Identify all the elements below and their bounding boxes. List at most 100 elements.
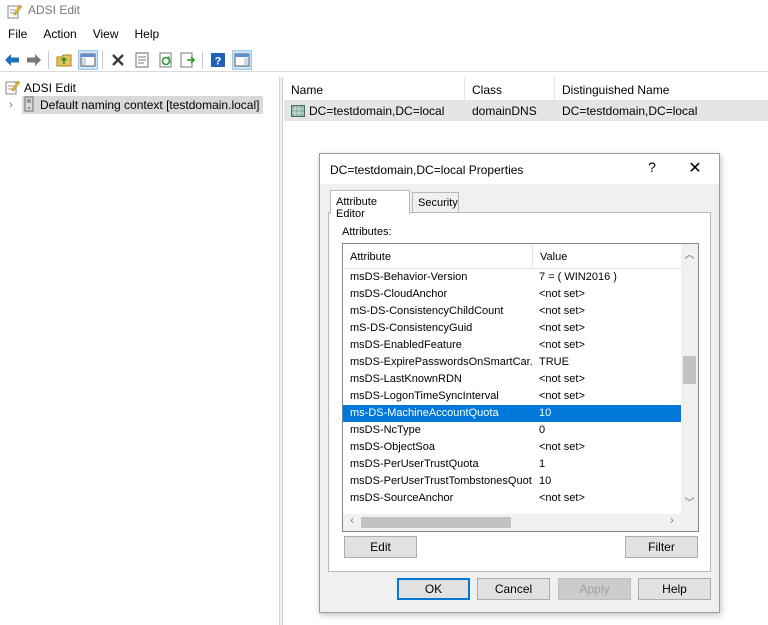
list-item[interactable]: DC=testdomain,DC=local domainDNS DC=test… [284, 101, 768, 121]
attributes-rows: msDS-Behavior-Version 7 = ( WIN2016 ) msDS… [343, 269, 681, 507]
table-row[interactable]: ms-DS-MachineAccountQuota 10 [343, 405, 681, 422]
menu-file[interactable]: File [0, 24, 35, 46]
scroll-left-icon[interactable]: ‹ [345, 515, 359, 530]
dialog-title: DC=testdomain,DC=local Properties [330, 163, 524, 177]
horizontal-scroll-thumb[interactable] [361, 517, 511, 528]
column-header-name[interactable]: Name [284, 77, 465, 101]
attribute-editor-panel: Attributes: Attribute Value msDS-Behavio… [328, 212, 711, 572]
edit-button[interactable]: Edit [344, 536, 417, 558]
table-row[interactable]: msDS-NcType 0 [343, 422, 681, 439]
attribute-value-cell: <not set> [539, 373, 585, 385]
table-row[interactable]: msDS-ObjectSoa <not set> [343, 439, 681, 456]
attribute-value-cell: TRUE [539, 356, 569, 368]
table-row[interactable]: msDS-LogonTimeSyncInterval <not set> [343, 388, 681, 405]
export-list-icon[interactable] [178, 50, 198, 70]
table-row[interactable]: msDS-LastKnownRDN <not set> [343, 371, 681, 388]
adsi-edit-app-icon [6, 3, 22, 19]
menu-bar: File Action View Help [0, 24, 768, 46]
column-header-attribute[interactable]: Attribute [343, 244, 533, 269]
dialog-close-icon[interactable]: ✕ [682, 158, 708, 180]
back-arrow-icon[interactable] [2, 50, 22, 70]
attribute-value-cell: 1 [539, 458, 546, 470]
attribute-value-cell: 7 = ( WIN2016 ) [539, 271, 617, 283]
tab-attribute-editor[interactable]: Attribute Editor [330, 190, 410, 220]
table-row[interactable]: msDS-CloudAnchor <not set> [343, 286, 681, 303]
apply-button[interactable]: Apply [558, 578, 631, 600]
attributes-label: Attributes: [342, 226, 392, 238]
attribute-value-cell: <not set> [539, 322, 585, 334]
vertical-scrollbar[interactable]: ︿ ﹀ [681, 244, 698, 514]
table-row[interactable]: msDS-PerUserTrustQuota 1 [343, 456, 681, 473]
attribute-value-cell: <not set> [539, 288, 585, 300]
attribute-value-cell: 0 [539, 424, 546, 436]
scrollbar-corner [681, 514, 698, 531]
pane-splitter[interactable] [279, 77, 283, 625]
show-hide-action-pane-icon[interactable] [232, 50, 252, 70]
attributes-list[interactable]: Attribute Value msDS-Behavior-Version 7 =… [342, 243, 699, 532]
scroll-up-icon[interactable]: ︿ [681, 246, 698, 261]
tree-root-adsi-edit[interactable]: ADSI Edit [4, 79, 76, 97]
attribute-value-cell: <not set> [539, 339, 585, 351]
table-row[interactable]: msDS-SourceAnchor <not set> [343, 490, 681, 507]
ok-button[interactable]: OK [397, 578, 470, 600]
attributes-list-header: Attribute Value [343, 244, 681, 269]
dialog-help-icon[interactable]: ? [642, 159, 662, 179]
attribute-name-cell: msDS-LogonTimeSyncInterval [350, 390, 499, 402]
refresh-icon[interactable] [156, 50, 176, 70]
list-cell-class: domainDNS [472, 104, 537, 118]
tree-node-default-naming-context[interactable]: › Default naming context [testdomain.loc… [4, 96, 272, 114]
help-button[interactable]: Help [638, 578, 711, 600]
list-cell-name-text: DC=testdomain,DC=local [309, 104, 445, 118]
list-cell-dn: DC=testdomain,DC=local [562, 104, 698, 118]
table-row[interactable]: msDS-PerUserTrustTombstonesQuota 10 [343, 473, 681, 490]
filter-button[interactable]: Filter [625, 536, 698, 558]
table-row[interactable]: mS-DS-ConsistencyChildCount <not set> [343, 303, 681, 320]
properties-icon[interactable] [132, 50, 152, 70]
table-row[interactable]: mS-DS-ConsistencyGuid <not set> [343, 320, 681, 337]
horizontal-scrollbar[interactable]: ‹ › [343, 514, 681, 531]
table-row[interactable]: msDS-EnabledFeature <not set> [343, 337, 681, 354]
delete-icon[interactable] [108, 50, 128, 70]
attribute-name-cell: mS-DS-ConsistencyGuid [350, 322, 473, 334]
dialog-titlebar: DC=testdomain,DC=local Properties ? ✕ [320, 154, 719, 184]
attribute-value-cell: <not set> [539, 390, 585, 402]
column-header-class[interactable]: Class [465, 77, 555, 101]
list-cell-name: DC=testdomain,DC=local [284, 104, 465, 118]
attribute-name-cell: mS-DS-ConsistencyChildCount [350, 305, 504, 317]
attribute-name-cell: msDS-ObjectSoa [350, 441, 435, 453]
attribute-value-cell: <not set> [539, 492, 585, 504]
scroll-right-icon[interactable]: › [665, 515, 679, 530]
column-header-distinguished-name[interactable]: Distinguished Name [555, 77, 768, 101]
window-titlebar: ADSI Edit [0, 0, 768, 22]
list-header: Name Class Distinguished Name [284, 77, 768, 101]
vertical-scroll-thumb[interactable] [683, 356, 696, 384]
svg-text:?: ? [215, 56, 222, 68]
attribute-name-cell: msDS-EnabledFeature [350, 339, 462, 351]
properties-dialog: DC=testdomain,DC=local Properties ? ✕ At… [319, 153, 720, 613]
attribute-name-cell: ms-DS-MachineAccountQuota [350, 407, 499, 419]
table-row[interactable]: msDS-Behavior-Version 7 = ( WIN2016 ) [343, 269, 681, 286]
attribute-value-cell: <not set> [539, 305, 585, 317]
scroll-down-icon[interactable]: ﹀ [681, 494, 698, 509]
attribute-value-cell: 10 [539, 407, 552, 419]
domain-object-icon [291, 105, 305, 117]
up-folder-icon[interactable] [54, 50, 74, 70]
attribute-name-cell: msDS-LastKnownRDN [350, 373, 462, 385]
menu-help[interactable]: Help [127, 24, 168, 46]
forward-arrow-icon[interactable] [24, 50, 44, 70]
menu-action[interactable]: Action [35, 24, 84, 46]
attribute-name-cell: msDS-PerUserTrustQuota [350, 458, 479, 470]
attribute-name-cell: msDS-NcType [350, 424, 421, 436]
cancel-button[interactable]: Cancel [477, 578, 550, 600]
attribute-value-cell: 10 [539, 475, 552, 487]
attribute-name-cell: msDS-ExpirePasswordsOnSmartCar... [350, 356, 532, 368]
server-icon [24, 96, 34, 115]
attribute-name-cell: msDS-PerUserTrustTombstonesQuota [350, 475, 532, 487]
show-hide-console-tree-icon[interactable] [78, 50, 98, 70]
tab-security[interactable]: Security [412, 192, 459, 214]
table-row[interactable]: msDS-ExpirePasswordsOnSmartCar... TRUE [343, 354, 681, 371]
chevron-right-icon[interactable]: › [4, 99, 18, 111]
column-header-value[interactable]: Value [533, 244, 681, 269]
menu-view[interactable]: View [85, 24, 127, 46]
help-icon[interactable]: ? [208, 50, 228, 70]
